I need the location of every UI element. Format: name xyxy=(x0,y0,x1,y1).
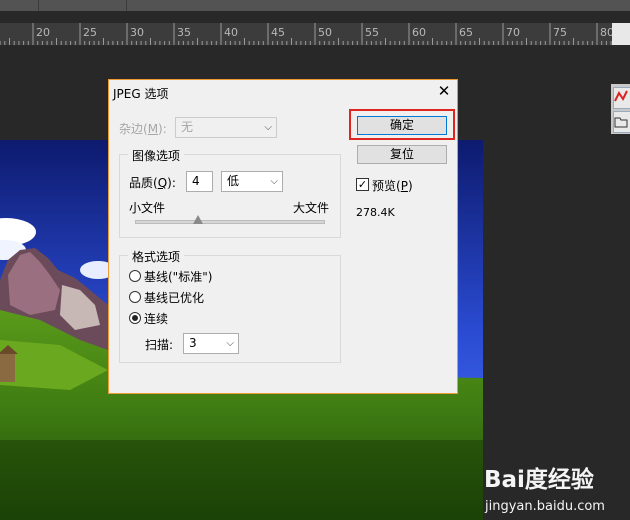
horizontal-ruler: 20 25 30 35 40 45 50 55 60 65 70 75 80 xyxy=(0,23,630,46)
image-options-title: 图像选项 xyxy=(128,147,185,164)
quality-slider-track[interactable] xyxy=(135,220,325,224)
histogram-icon[interactable] xyxy=(613,87,630,109)
app-menu-bar xyxy=(0,0,630,11)
scan-value: 3 xyxy=(189,336,197,350)
preview-label-key: P xyxy=(400,179,408,193)
quality-level-value: 低 xyxy=(227,174,240,188)
preview-label-suffix: ) xyxy=(407,179,413,193)
quality-input[interactable]: 4 xyxy=(186,171,213,192)
format-options-group: 格式选项 基线("标准") 基线已优化 连续 扫描: 3 ⌵ xyxy=(119,248,341,363)
watermark-url: jingyan.baidu.com xyxy=(485,499,605,514)
quality-label: 品质(Q): xyxy=(129,174,176,191)
ruler-number: 55 xyxy=(365,26,379,39)
format-options-title: 格式选项 xyxy=(128,248,185,265)
chevron-down-icon: ⌵ xyxy=(270,176,278,187)
ok-button[interactable]: 确定 xyxy=(357,116,447,135)
matte-label-prefix: 杂边( xyxy=(119,122,148,136)
scan-select[interactable]: 3 ⌵ xyxy=(183,333,239,354)
baseline-optimized-label: 基线已优化 xyxy=(144,291,205,305)
preview-label-prefix: 预览( xyxy=(372,179,401,193)
small-file-label: 小文件 xyxy=(129,201,166,215)
progressive-label: 连续 xyxy=(144,312,169,326)
image-options-group: 图像选项 品质(Q): 4 低 ⌵ 小文件 大文件 xyxy=(119,147,341,238)
menu-divider xyxy=(38,0,39,11)
quality-label-prefix: 品质( xyxy=(129,176,158,190)
quality-slider-thumb[interactable] xyxy=(192,215,203,224)
dialog-title: JPEG 选项 xyxy=(113,87,169,101)
matte-label-suffix: ): xyxy=(158,122,167,136)
watermark-logo: Bai度经验 xyxy=(484,467,594,493)
quality-label-key: Q xyxy=(157,176,168,190)
baseline-optimized-radio[interactable] xyxy=(129,291,141,303)
baidu-watermark: Bai度经验 jingyan.baidu.com xyxy=(484,460,614,516)
quality-label-suffix: ): xyxy=(167,176,176,190)
matte-label: 杂边(M): xyxy=(119,120,167,137)
preview-label: 预览(P) xyxy=(372,177,413,194)
jpeg-options-dialog: JPEG 选项 ✕ 杂边(M): 无 ⌵ 图像选项 品质(Q): 4 低 ⌵ 小… xyxy=(108,79,458,394)
chevron-down-icon: ⌵ xyxy=(264,122,272,133)
file-size: 278.4K xyxy=(356,206,395,219)
baseline-standard-radio[interactable] xyxy=(129,270,141,282)
matte-select: 无 ⌵ xyxy=(175,117,277,138)
scan-label: 扫描: xyxy=(145,338,174,352)
close-icon[interactable]: ✕ xyxy=(435,82,453,100)
quality-level-select[interactable]: 低 ⌵ xyxy=(221,171,283,192)
ruler-number: 45 xyxy=(271,26,285,39)
ruler-number: 35 xyxy=(177,26,191,39)
ruler-number: 40 xyxy=(224,26,238,39)
ruler-number: 70 xyxy=(506,26,520,39)
matte-label-key: M xyxy=(147,122,159,136)
reset-button[interactable]: 复位 xyxy=(357,145,447,164)
quality-value: 4 xyxy=(192,174,200,188)
ruler-number: 60 xyxy=(412,26,426,39)
menu-divider xyxy=(126,0,127,11)
ruler-number: 20 xyxy=(36,26,50,39)
ruler-number: 50 xyxy=(318,26,332,39)
right-tool-panel xyxy=(611,84,630,134)
ruler-number: 30 xyxy=(130,26,144,39)
preview-checkbox[interactable]: ✓ xyxy=(356,178,369,191)
ruler-corner xyxy=(612,23,630,45)
check-icon: ✓ xyxy=(357,178,368,191)
folder-icon[interactable] xyxy=(613,111,630,133)
large-file-label: 大文件 xyxy=(293,201,330,215)
matte-value: 无 xyxy=(181,120,194,134)
baseline-standard-label: 基线("标准") xyxy=(144,270,213,284)
chevron-down-icon: ⌵ xyxy=(226,338,234,349)
ruler-number: 65 xyxy=(459,26,473,39)
ruler-number: 75 xyxy=(553,26,567,39)
progressive-radio[interactable] xyxy=(129,312,141,324)
ruler-number: 25 xyxy=(83,26,97,39)
